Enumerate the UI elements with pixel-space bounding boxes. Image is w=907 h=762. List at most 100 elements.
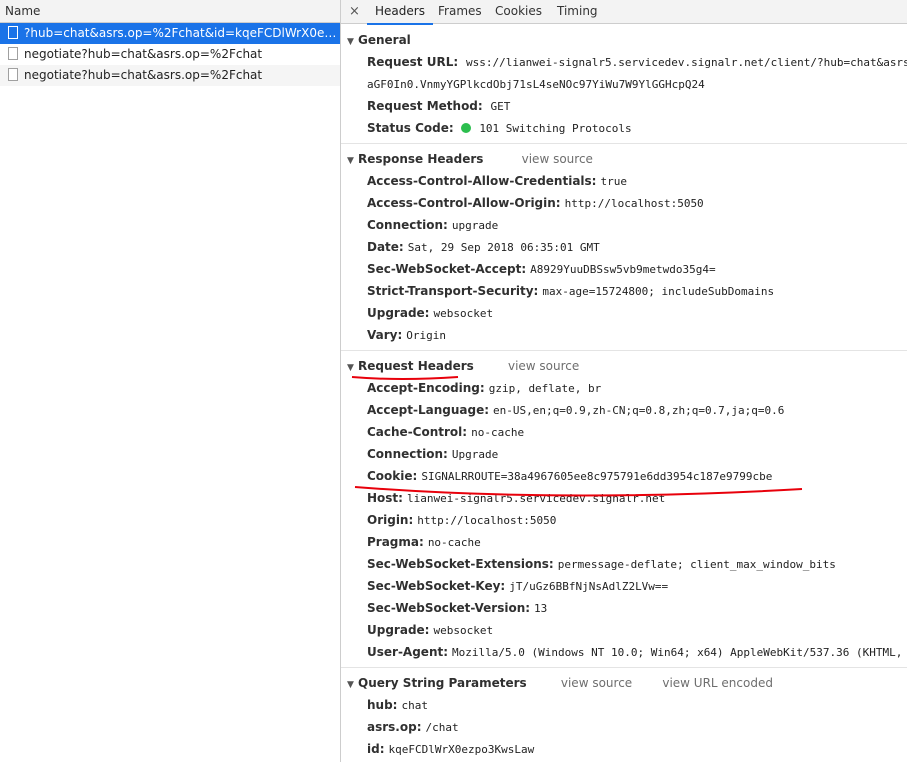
header-row: Upgrade: websocket xyxy=(341,302,907,324)
document-icon xyxy=(8,47,18,60)
header-row: hub: chat xyxy=(341,694,907,716)
header-value: aGF0In0.VnmyYGPlkcdObj71sL4seNOc97YiWu7W… xyxy=(367,78,705,91)
request-url-row: Request URL: wss://lianwei-signalr5.serv… xyxy=(341,51,907,73)
general-toggle[interactable]: ▼ General xyxy=(341,29,907,51)
header-value: Sat, 29 Sep 2018 06:35:01 GMT xyxy=(407,241,600,254)
header-row: Sec-WebSocket-Version: 13 xyxy=(341,597,907,619)
header-key: id: xyxy=(367,742,385,756)
header-value: websocket xyxy=(433,307,494,320)
close-icon[interactable]: × xyxy=(349,4,360,19)
request-url-continuation: aGF0In0.VnmyYGPlkcdObj71sL4seNOc97YiWu7W… xyxy=(341,73,907,95)
header-row: Date: Sat, 29 Sep 2018 06:35:01 GMT xyxy=(341,236,907,258)
header-key: Strict-Transport-Security: xyxy=(367,284,539,298)
header-row: asrs.op:/chat xyxy=(341,716,907,738)
details-tabbar: × Headers Frames Cookies Timing xyxy=(341,0,907,25)
section-title: General xyxy=(358,33,411,47)
section-title: Request Headers xyxy=(358,359,474,373)
header-value: jT/uGz6BBfNjNsAdlZ2LVw== xyxy=(509,580,669,593)
status-dot-icon xyxy=(461,123,472,133)
header-key: Accept-Language: xyxy=(367,403,490,417)
response-headers-toggle[interactable]: ▼ Response Headers view source xyxy=(341,148,907,170)
view-source-link[interactable]: view source xyxy=(508,359,579,373)
header-row: Upgrade: websocket xyxy=(341,619,907,641)
header-row: Connection: upgrade xyxy=(341,214,907,236)
header-value: GET xyxy=(490,100,511,113)
section-title: Response Headers xyxy=(358,152,484,166)
header-value: A8929YuuDBSsw5vb9metwdo35g4= xyxy=(530,263,716,276)
header-key: Request URL: xyxy=(367,55,459,69)
request-method-row: Request Method: GET xyxy=(341,95,907,117)
header-key: Cookie: xyxy=(367,469,418,483)
header-key: Pragma: xyxy=(367,535,424,549)
header-value: 101 Switching Protocols xyxy=(479,122,632,135)
tab-headers[interactable]: Headers xyxy=(367,0,433,25)
view-url-encoded-link[interactable]: view URL encoded xyxy=(662,676,773,690)
query-string-section: ▼ Query String Parameters view source vie… xyxy=(341,668,907,762)
header-key: Connection: xyxy=(367,447,448,461)
header-value: Origin xyxy=(406,329,447,342)
header-key: Connection: xyxy=(367,218,448,232)
request-headers-toggle[interactable]: ▼ Request Headers view source xyxy=(341,355,907,377)
header-value: 13 xyxy=(534,602,548,615)
header-value: wss://lianwei-signalr5.servicedev.signal… xyxy=(465,56,907,69)
header-value: kqeFCDlWrX0ezpo3KwsLaw xyxy=(388,743,535,756)
header-row: Sec-WebSocket-Key: jT/uGz6BBfNjNsAdlZ2LVw… xyxy=(341,575,907,597)
header-value: en-US,en;q=0.9,zh-CN;q=0.8,zh;q=0.7,ja;q… xyxy=(493,404,785,417)
document-icon xyxy=(8,68,18,81)
header-value: websocket xyxy=(433,624,494,637)
query-string-toggle[interactable]: ▼ Query String Parameters view source vie… xyxy=(341,672,907,694)
header-value: Upgrade xyxy=(451,448,499,461)
response-headers-list: Access-Control-Allow-Credentials: true Acc… xyxy=(341,170,907,346)
header-key: Vary: xyxy=(367,328,403,342)
header-row: Cache-Control: no-cache xyxy=(341,421,907,443)
header-row: Sec-WebSocket-Accept: A8929YuuDBSsw5vb9me… xyxy=(341,258,907,280)
header-key: Origin: xyxy=(367,513,414,527)
section-title: Query String Parameters xyxy=(358,676,527,690)
header-key: Date: xyxy=(367,240,404,254)
header-row: User-Agent: Mozilla/5.0 (Windows NT 10.0;… xyxy=(341,641,907,663)
header-key: Access-Control-Allow-Origin: xyxy=(367,196,561,210)
response-headers-section: ▼ Response Headers view source Access-Con… xyxy=(341,144,907,351)
request-row[interactable]: negotiate?hub=chat&asrs.op=%2Fchat xyxy=(0,44,340,65)
header-row: Accept-Language: en-US,en;q=0.9,zh-CN;q=0… xyxy=(341,399,907,421)
header-key: User-Agent: xyxy=(367,645,449,659)
header-value: lianwei-signalr5.servicedev.signalr.net xyxy=(406,492,666,505)
request-row[interactable]: ?hub=chat&asrs.op=%2Fchat&id=kqeFCDlWrX0… xyxy=(0,23,340,44)
header-row: Access-Control-Allow-Credentials: true xyxy=(341,170,907,192)
header-row: Accept-Encoding: gzip, deflate, br xyxy=(341,377,907,399)
header-key: Accept-Encoding: xyxy=(367,381,485,395)
header-key: Access-Control-Allow-Credentials: xyxy=(367,174,597,188)
request-headers-section: ▼ Request Headers view source Accept-Enco… xyxy=(341,351,907,668)
header-value: /chat xyxy=(425,721,459,734)
header-key: hub: xyxy=(367,698,398,712)
header-key: Request Method: xyxy=(367,99,483,113)
tab-frames[interactable]: Frames xyxy=(430,0,490,23)
header-key: Sec-WebSocket-Extensions: xyxy=(367,557,554,571)
header-row: Connection: Upgrade xyxy=(341,443,907,465)
tab-cookies[interactable]: Cookies xyxy=(487,0,550,23)
query-params-list: hub: chat asrs.op:/chat id: kqeFCDlWrX0ezpo3… xyxy=(341,694,907,760)
header-key: asrs.op: xyxy=(367,720,422,734)
header-key: Sec-WebSocket-Key: xyxy=(367,579,506,593)
view-source-link[interactable]: view source xyxy=(561,676,632,690)
request-row[interactable]: negotiate?hub=chat&asrs.op=%2Fchat xyxy=(0,65,340,86)
name-column-header[interactable]: Name xyxy=(0,0,340,23)
header-row: id: kqeFCDlWrX0ezpo3KwsLaw xyxy=(341,738,907,760)
request-headers-list: Accept-Encoding: gzip, deflate, br Accept-… xyxy=(341,377,907,663)
header-value: gzip, deflate, br xyxy=(488,382,602,395)
status-code-row: Status Code: 101 Switching Protocols xyxy=(341,117,907,139)
header-value: Mozilla/5.0 (Windows NT 10.0; Win64; x64… xyxy=(452,646,907,659)
request-name: negotiate?hub=chat&asrs.op=%2Fchat xyxy=(24,47,263,61)
header-key: Upgrade: xyxy=(367,623,430,637)
header-row: Vary: Origin xyxy=(341,324,907,346)
header-value: http://localhost:5050 xyxy=(417,514,557,527)
header-row: Host: lianwei-signalr5.servicedev.signalr… xyxy=(341,487,907,509)
view-source-link[interactable]: view source xyxy=(522,152,593,166)
header-row: Strict-Transport-Security: max-age=157248… xyxy=(341,280,907,302)
header-value: permessage-deflate; client_max_window_bi… xyxy=(557,558,836,571)
header-key: Cache-Control: xyxy=(367,425,468,439)
header-row: Cookie: SIGNALRROUTE=38a4967605ee8c975791… xyxy=(341,465,907,487)
tab-timing[interactable]: Timing xyxy=(549,0,606,23)
general-section: ▼ General Request URL: wss://lianwei-sign… xyxy=(341,24,907,144)
header-row: Access-Control-Allow-Origin: http://local… xyxy=(341,192,907,214)
